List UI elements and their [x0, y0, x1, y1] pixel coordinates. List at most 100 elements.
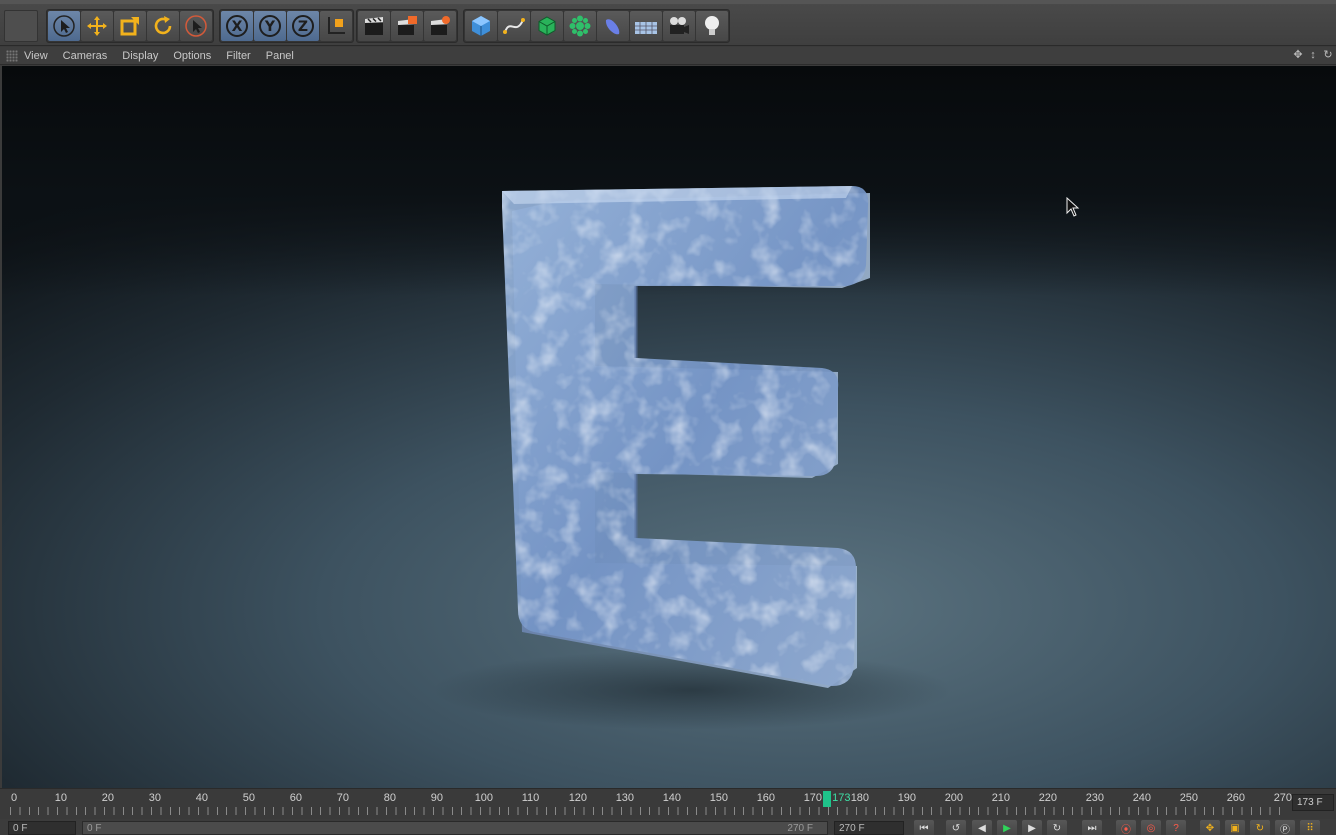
zoom-view-icon[interactable]: ↕: [1307, 49, 1319, 61]
range-start-label: 0 F: [87, 823, 102, 834]
play-icon: ▶: [1003, 822, 1011, 834]
viewport[interactable]: [2, 66, 1336, 788]
next-key-button[interactable]: ↻: [1047, 820, 1067, 835]
tick-label: 200: [944, 792, 964, 804]
object-group: [463, 9, 730, 43]
light-button[interactable]: [696, 11, 728, 41]
key-parameter-icon: Ⓟ: [1280, 824, 1290, 835]
grip-icon[interactable]: [6, 49, 18, 62]
playback-controls: 0 F 0 F 270 F 270 F ⏮ ↺ ◀ ▶ ▶ ↻ ⏭ ⦿ ◎ ? …: [0, 819, 1336, 835]
play-button[interactable]: ▶: [997, 820, 1017, 835]
timeline-ticks: [10, 807, 1286, 815]
key-scale-icon: ▣: [1230, 822, 1240, 834]
go-to-start-button[interactable]: ⏮: [914, 820, 934, 835]
tick-label: 260: [1226, 792, 1246, 804]
menu-cameras[interactable]: Cameras: [63, 50, 108, 62]
previous-key-button[interactable]: ↺: [946, 820, 966, 835]
scale-button[interactable]: [114, 11, 146, 41]
tick-label: 140: [662, 792, 682, 804]
edit-render-settings-icon: [431, 16, 450, 35]
recent-tool-icon: [185, 15, 207, 37]
start-frame-field[interactable]: 0 F: [8, 821, 76, 835]
move-icon: [87, 16, 107, 36]
render-view-icon: [365, 17, 383, 35]
recent-tool-button[interactable]: [180, 11, 212, 41]
y-axis-button[interactable]: Y: [254, 11, 286, 41]
tick-label: 173: [832, 792, 851, 804]
tick-label: 250: [1179, 792, 1199, 804]
live-selection-icon: [53, 15, 75, 37]
tick-label: 170: [803, 792, 823, 804]
viewport-menu-bar: View Cameras Display Options Filter Pane…: [0, 47, 1336, 65]
x-axis-icon: X: [226, 15, 248, 37]
cube-button[interactable]: [465, 11, 497, 41]
floor-button[interactable]: [630, 11, 662, 41]
edit-render-settings-button[interactable]: [424, 11, 456, 41]
light-icon: [705, 16, 719, 35]
rotate-view-icon[interactable]: ↻: [1322, 49, 1334, 61]
tick-label: 210: [991, 792, 1011, 804]
range-end-label: 270 F: [787, 823, 813, 834]
next-frame-icon: ▶: [1028, 822, 1036, 834]
render-view-button[interactable]: [358, 11, 390, 41]
tick-label: 190: [897, 792, 917, 804]
playhead[interactable]: [823, 791, 832, 807]
key-pla-button[interactable]: ⠿: [1300, 820, 1320, 835]
cube-icon: [472, 16, 490, 36]
autokey-button[interactable]: ◎: [1141, 820, 1161, 835]
deformer-button[interactable]: [597, 11, 629, 41]
timeline[interactable]: 0 10 20 30 40 50 60 70 80 90 100 110 120 130 140 150 160…: [0, 788, 1336, 819]
subdivision-button[interactable]: [531, 11, 563, 41]
tick-label: 30: [148, 792, 162, 804]
menu-options[interactable]: Options: [173, 50, 211, 62]
move-button[interactable]: [81, 11, 113, 41]
ice-letter-e: [432, 186, 952, 730]
key-parameter-button[interactable]: Ⓟ: [1275, 820, 1295, 835]
tick-label: 70: [336, 792, 350, 804]
mouse-cursor-icon: [1066, 197, 1080, 217]
end-frame-field[interactable]: 270 F: [834, 821, 904, 835]
floor-icon: [635, 22, 657, 34]
timeline-ruler[interactable]: 0 10 20 30 40 50 60 70 80 90 100 110 120 130 140 150 160…: [0, 789, 1292, 820]
menu-panel[interactable]: Panel: [266, 50, 294, 62]
previous-frame-button[interactable]: ◀: [972, 820, 992, 835]
go-to-start-icon: ⏮: [919, 822, 929, 834]
next-frame-button[interactable]: ▶: [1022, 820, 1042, 835]
menu-display[interactable]: Display: [122, 50, 158, 62]
camera-icon: [670, 17, 689, 34]
rotate-button[interactable]: [147, 11, 179, 41]
spline-pen-button[interactable]: [498, 11, 530, 41]
tick-label: 60: [289, 792, 303, 804]
rotate-icon: [154, 16, 172, 35]
key-pla-icon: ⠿: [1306, 822, 1314, 834]
pan-view-icon[interactable]: ✥: [1292, 49, 1304, 61]
tick-label: 240: [1132, 792, 1152, 804]
tick-label: 160: [756, 792, 776, 804]
keyframe-selection-button[interactable]: ?: [1166, 820, 1186, 835]
key-rotation-button[interactable]: ↻: [1250, 820, 1270, 835]
cloner-button[interactable]: [564, 11, 596, 41]
tick-label: 110: [521, 792, 540, 804]
record-icon: ⦿: [1121, 824, 1131, 835]
go-to-end-button[interactable]: ⏭: [1082, 820, 1102, 835]
current-frame-field[interactable]: 173 F: [1292, 794, 1334, 811]
x-axis-button[interactable]: X: [221, 11, 253, 41]
record-keys-button[interactable]: ⦿: [1116, 820, 1136, 835]
coordinate-system-button[interactable]: [320, 11, 352, 41]
menu-filter[interactable]: Filter: [226, 50, 250, 62]
key-position-button[interactable]: ✥: [1200, 820, 1220, 835]
live-selection-button[interactable]: [48, 11, 80, 41]
tick-label: 220: [1038, 792, 1058, 804]
render-picture-viewer-button[interactable]: [391, 11, 423, 41]
tick-label: 50: [242, 792, 256, 804]
z-axis-button[interactable]: Z: [287, 11, 319, 41]
undo-redo-palette[interactable]: [4, 10, 38, 42]
svg-text:Z: Z: [298, 19, 308, 35]
cloner-icon: [569, 15, 591, 37]
camera-button[interactable]: [663, 11, 695, 41]
key-scale-button[interactable]: ▣: [1225, 820, 1245, 835]
menu-view[interactable]: View: [24, 50, 48, 62]
subdivision-icon: [538, 16, 556, 36]
preview-range-slider[interactable]: 0 F 270 F: [82, 821, 828, 835]
scale-icon: [120, 17, 139, 36]
